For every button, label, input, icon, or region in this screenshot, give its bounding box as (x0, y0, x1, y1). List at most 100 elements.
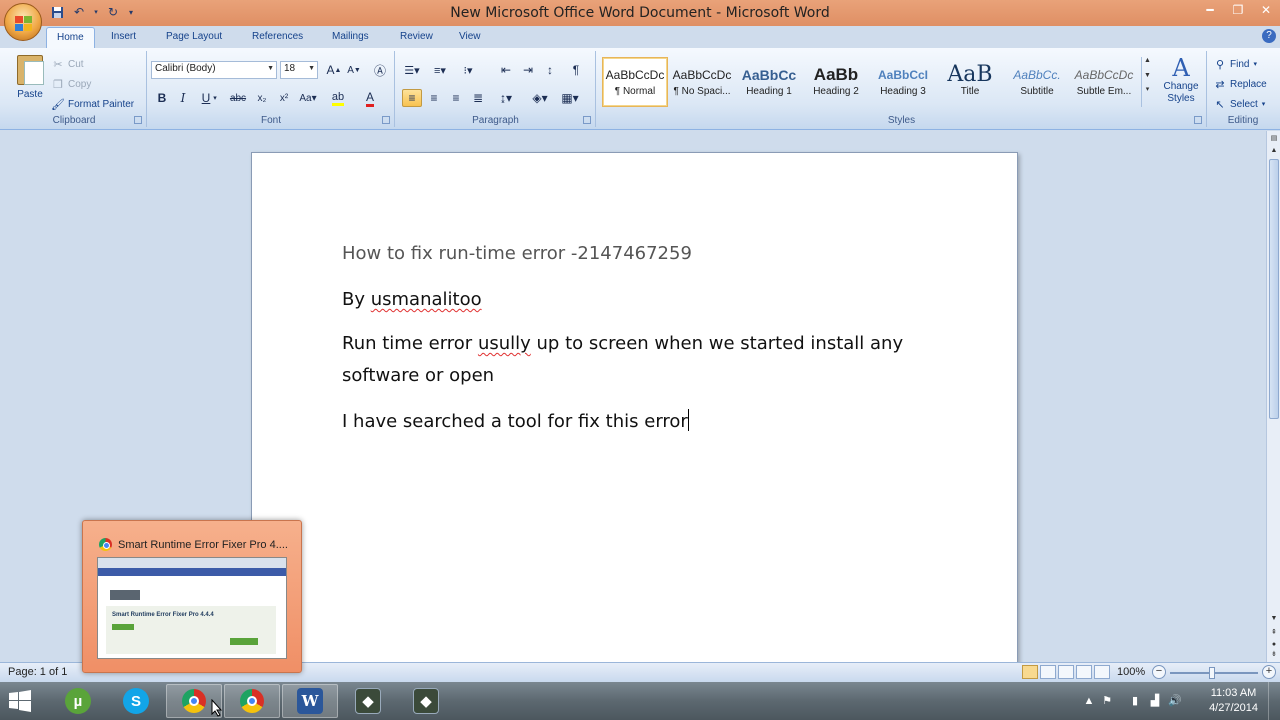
next-page-icon[interactable]: ⇟ (1268, 649, 1280, 661)
find-button[interactable]: ⚲ Find ▾ (1214, 55, 1257, 73)
zoom-out-icon[interactable]: − (1152, 665, 1166, 679)
vertical-scrollbar[interactable]: ▤ ▲ ▼ ⇞ ● ⇟ (1266, 131, 1280, 662)
align-left-icon[interactable]: ≡ (402, 89, 422, 107)
office-button[interactable] (4, 3, 42, 41)
style-heading-2[interactable]: AaBb Heading 2 (803, 57, 869, 107)
document-title-line[interactable]: How to fix run-time error -2147467259 (342, 243, 692, 264)
scrollbar-thumb[interactable] (1269, 159, 1279, 419)
tab-home[interactable]: Home (46, 27, 95, 48)
font-family-select[interactable]: Calibri (Body) ▼ (151, 61, 277, 79)
bold-icon[interactable]: B (152, 89, 172, 107)
volume-icon[interactable]: 🔊 (1168, 694, 1182, 708)
document-byline[interactable]: By usmanalitoo (342, 289, 482, 310)
paste-button[interactable]: Paste (10, 53, 50, 113)
web-layout-view-icon[interactable] (1058, 665, 1074, 679)
styles-launcher-icon[interactable] (1194, 116, 1202, 124)
minimize-icon[interactable]: ━ (1196, 0, 1224, 20)
thumbnail-window-preview[interactable]: Smart Runtime Error Fixer Pro 4.4.4 (97, 557, 287, 659)
help-icon[interactable]: ? (1262, 29, 1276, 43)
clock[interactable]: 11:03 AM 4/27/2014 (1209, 686, 1258, 716)
increase-indent-icon[interactable]: ⇥ (518, 61, 538, 79)
tab-page-layout[interactable]: Page Layout (156, 27, 232, 48)
italic-icon[interactable]: I (173, 89, 193, 107)
highlight-icon[interactable]: ab (328, 89, 348, 107)
line-spacing-icon[interactable]: ↨▾ (496, 89, 516, 107)
copy-button[interactable]: ❐ Copy (52, 75, 91, 93)
restore-icon[interactable]: ❐ (1224, 0, 1252, 20)
page-count[interactable]: Page: 1 of 1 (8, 666, 67, 678)
chevron-down-icon[interactable]: ▼ (1142, 72, 1153, 79)
font-color-icon[interactable]: A (360, 89, 380, 107)
chevron-up-icon[interactable]: ▲ (1142, 57, 1153, 64)
outline-view-icon[interactable] (1076, 665, 1092, 679)
styles-gallery-scroll[interactable]: ▲ ▼ ▾ (1141, 57, 1153, 107)
font-size-select[interactable]: 18 ▼ (280, 61, 318, 79)
tab-view[interactable]: View (449, 27, 491, 48)
taskbar-utorrent[interactable]: µ (50, 684, 106, 718)
bullets-icon[interactable]: ☰▾ (402, 61, 422, 79)
change-styles-button[interactable]: A Change Styles (1159, 55, 1203, 105)
change-case-icon[interactable]: Aa▾ (298, 89, 318, 107)
style-no-spacing[interactable]: AaBbCcDc ¶ No Spaci... (669, 57, 735, 107)
replace-button[interactable]: ⇄ Replace (1214, 75, 1266, 93)
zoom-slider-thumb[interactable] (1209, 667, 1215, 679)
decrease-indent-icon[interactable]: ⇤ (496, 61, 516, 79)
cut-button[interactable]: ✂ Cut (52, 55, 83, 73)
close-icon[interactable]: ✕ (1252, 0, 1280, 20)
draft-view-icon[interactable] (1094, 665, 1110, 679)
style-heading-3[interactable]: AaBbCcI Heading 3 (870, 57, 936, 107)
style-title[interactable]: AaB Title (937, 57, 1003, 107)
document-paragraph-1-line-2[interactable]: software or open (342, 365, 494, 386)
numbering-icon[interactable]: ≡▾ (430, 61, 450, 79)
taskbar-chrome-2[interactable] (224, 684, 280, 718)
style-normal[interactable]: AaBbCcDc ¶ Normal (602, 57, 668, 107)
battery-icon[interactable]: ▮ (1128, 694, 1142, 708)
strikethrough-icon[interactable]: abc (228, 89, 248, 107)
full-screen-reading-view-icon[interactable] (1040, 665, 1056, 679)
superscript-icon[interactable]: x² (274, 89, 294, 107)
show-desktop-button[interactable] (1268, 682, 1280, 720)
action-center-icon[interactable]: ⚑ (1100, 694, 1114, 708)
shrink-font-icon[interactable]: A ▼ (344, 61, 364, 79)
sort-icon[interactable]: ↕ (540, 61, 560, 79)
show-hidden-icons-icon[interactable]: ▲ (1082, 694, 1096, 708)
document-paragraph-1[interactable]: Run time error usully up to screen when … (342, 333, 903, 354)
start-button[interactable] (8, 690, 32, 712)
ruler-toggle-icon[interactable]: ▤ (1268, 133, 1280, 145)
zoom-in-icon[interactable]: + (1262, 665, 1276, 679)
align-center-icon[interactable]: ≡ (424, 89, 444, 107)
tab-references[interactable]: References (242, 27, 313, 48)
document-paragraph-2[interactable]: I have searched a tool for fix this erro… (342, 409, 689, 432)
taskbar-app-1[interactable]: ◆ (340, 684, 396, 718)
print-layout-view-icon[interactable] (1022, 665, 1038, 679)
multilevel-list-icon[interactable]: ⁝▾ (458, 61, 478, 79)
taskbar-skype[interactable]: S (108, 684, 164, 718)
style-heading-1[interactable]: AaBbCc Heading 1 (736, 57, 802, 107)
previous-page-icon[interactable]: ⇞ (1268, 627, 1280, 639)
network-icon[interactable]: ▟ (1148, 694, 1162, 708)
scroll-up-icon[interactable]: ▲ (1268, 145, 1280, 157)
clear-formatting-icon[interactable]: Ⓐ (370, 61, 390, 79)
pilcrow-icon[interactable]: ¶ (566, 61, 586, 79)
select-button[interactable]: ↖ Select ▾ (1214, 95, 1265, 113)
justify-icon[interactable]: ≣ (468, 89, 488, 107)
shading-icon[interactable]: ◈▾ (530, 89, 550, 107)
zoom-level[interactable]: 100% (1117, 666, 1145, 678)
paragraph-launcher-icon[interactable] (583, 116, 591, 124)
gallery-more-icon[interactable]: ▾ (1142, 85, 1153, 93)
format-painter-button[interactable]: 🖌 Format Painter (51, 95, 134, 113)
taskbar-word[interactable]: W (282, 684, 338, 718)
taskbar-thumbnail-preview[interactable]: Smart Runtime Error Fixer Pro 4.... Smar… (82, 520, 302, 673)
taskbar-app-2[interactable]: ◆ (398, 684, 454, 718)
style-subtle-emphasis[interactable]: AaBbCcDc Subtle Em... (1071, 57, 1137, 107)
tab-insert[interactable]: Insert (101, 27, 146, 48)
font-launcher-icon[interactable] (382, 116, 390, 124)
borders-icon[interactable]: ▦▾ (560, 89, 580, 107)
style-subtitle[interactable]: AaBbCc. Subtitle (1004, 57, 1070, 107)
tab-review[interactable]: Review (390, 27, 443, 48)
subscript-icon[interactable]: x₂ (252, 89, 272, 107)
tab-mailings[interactable]: Mailings (322, 27, 379, 48)
scroll-down-icon[interactable]: ▼ (1268, 613, 1280, 625)
grow-font-icon[interactable]: A ▲ (324, 61, 344, 79)
document-page[interactable]: How to fix run-time error -2147467259 By… (251, 152, 1018, 662)
